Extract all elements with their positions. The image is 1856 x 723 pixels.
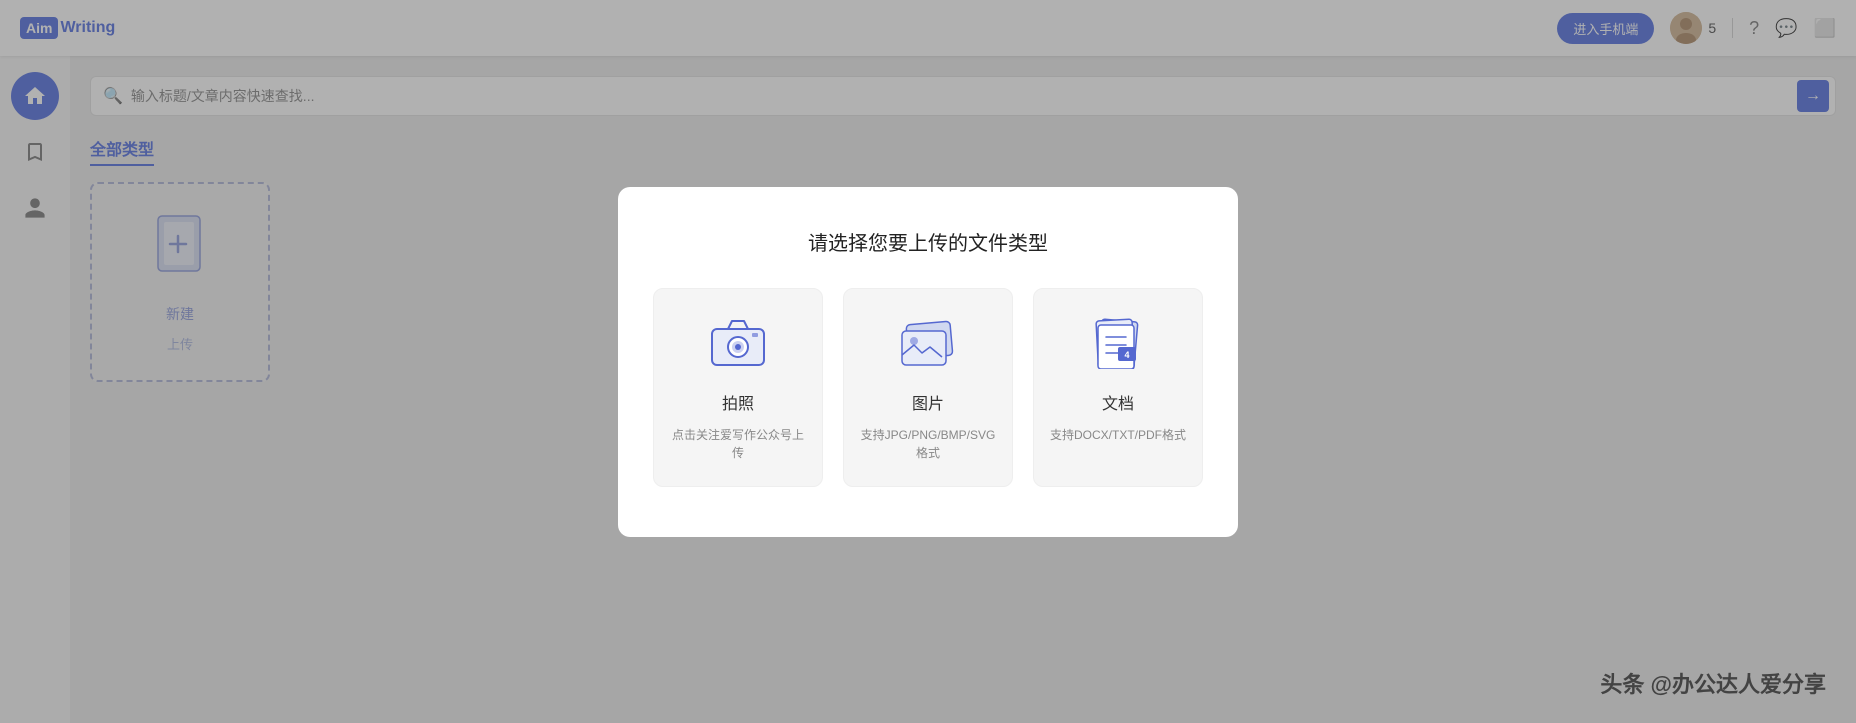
modal-overlay[interactable]: 请选择您要上传的文件类型 拍照 点击关注爱写作公众号上传	[0, 0, 1856, 723]
camera-option-name: 拍照	[722, 390, 754, 414]
modal-option-document[interactable]: 4 文档 支持DOCX/TXT/PDF格式	[1033, 288, 1203, 487]
modal-option-image[interactable]: 图片 支持JPG/PNG/BMP/SVG格式	[843, 288, 1013, 487]
image-option-desc: 支持JPG/PNG/BMP/SVG格式	[860, 426, 996, 462]
image-option-name: 图片	[912, 390, 944, 414]
svg-text:4: 4	[1124, 350, 1129, 360]
modal-option-camera[interactable]: 拍照 点击关注爱写作公众号上传	[653, 288, 823, 487]
camera-icon	[708, 317, 768, 378]
camera-option-desc: 点击关注爱写作公众号上传	[670, 426, 806, 462]
document-icon: 4	[1088, 317, 1148, 378]
image-icon	[898, 317, 958, 378]
modal-title: 请选择您要上传的文件类型	[808, 227, 1048, 256]
document-option-name: 文档	[1102, 390, 1134, 414]
document-option-desc: 支持DOCX/TXT/PDF格式	[1050, 426, 1186, 444]
modal-options: 拍照 点击关注爱写作公众号上传 图片 支持JPG/PNG/BMP/SVG格式	[653, 288, 1203, 487]
file-type-modal: 请选择您要上传的文件类型 拍照 点击关注爱写作公众号上传	[618, 187, 1238, 537]
